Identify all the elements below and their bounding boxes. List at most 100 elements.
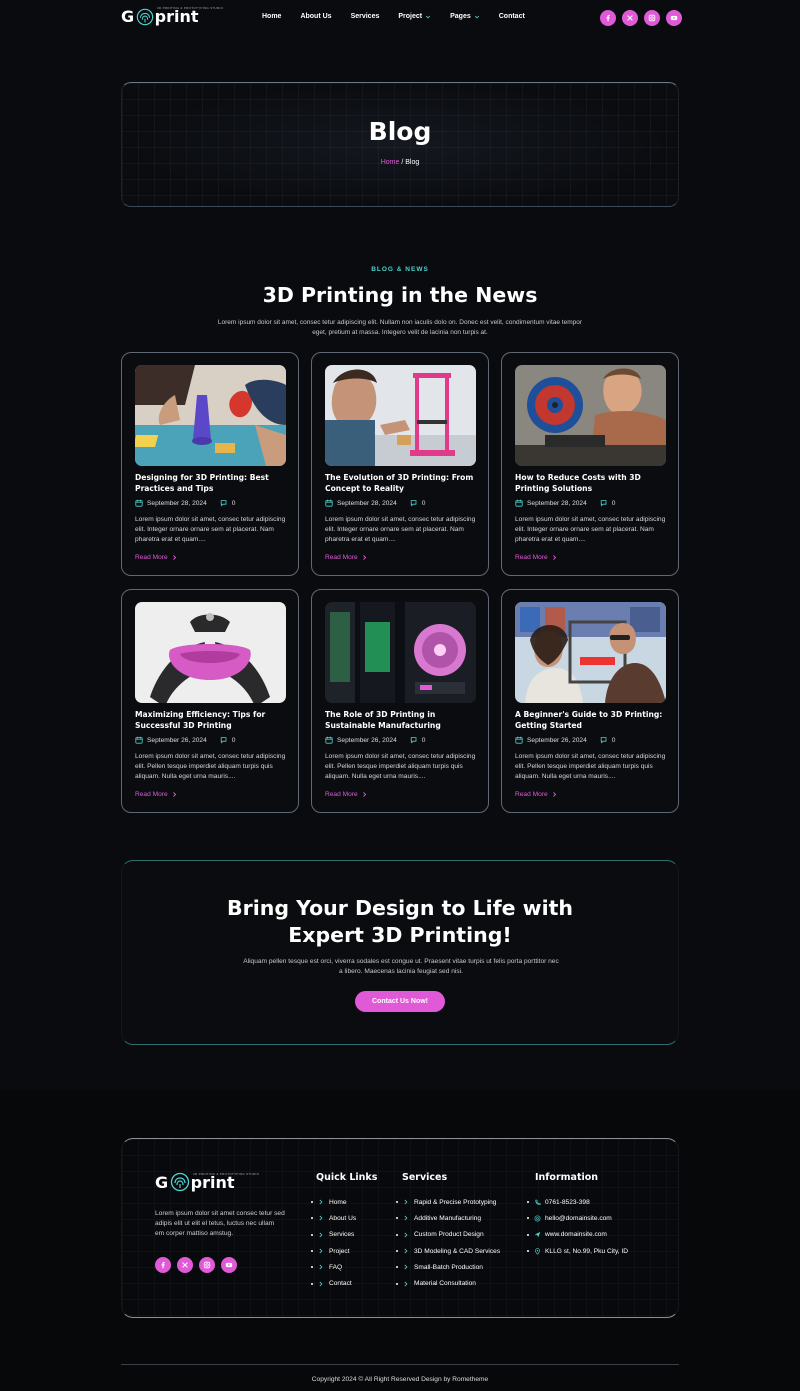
main-menu: Home About Us Services Project Pages Con… <box>262 13 544 20</box>
blog-card-excerpt: Lorem ipsum dolor sit amet, consec tetur… <box>325 516 476 543</box>
info-text: 0761-8523-398 <box>545 1198 590 1206</box>
bullet-dot <box>396 1250 398 1253</box>
footer-info-item[interactable]: hello@domainsite.com <box>527 1210 628 1226</box>
comment-count-wrap: 0 <box>410 736 425 744</box>
blog-card-meta: September 28, 2024 0 <box>325 499 425 507</box>
blog-card-title[interactable]: Designing for 3D Printing: Best Practice… <box>135 473 291 494</box>
post-date: September 28, 2024 <box>147 499 207 507</box>
footer-info-item[interactable]: www.domainsite.com <box>527 1227 628 1243</box>
read-more-link[interactable]: Read More <box>135 554 178 561</box>
footer-service-link[interactable]: Material Consultation <box>396 1275 500 1291</box>
nav-contact[interactable]: Contact <box>499 13 525 20</box>
footer-quick-link[interactable]: Home <box>311 1194 356 1210</box>
chevron-right-icon <box>404 1232 408 1238</box>
footer-quick-link[interactable]: Project <box>311 1243 356 1259</box>
mail-icon <box>534 1215 541 1222</box>
facebook-button[interactable] <box>600 10 616 26</box>
x-button[interactable] <box>622 10 638 26</box>
bullet-dot <box>396 1201 398 1204</box>
chevron-right-icon <box>404 1264 408 1270</box>
footer-service-link[interactable]: Rapid & Precise Prototyping <box>396 1194 500 1210</box>
blog-card-title[interactable]: A Beginner's Guide to 3D Printing: Getti… <box>515 710 671 731</box>
nav-services[interactable]: Services <box>351 13 380 20</box>
footer-service-link[interactable]: Custom Product Design <box>396 1227 500 1243</box>
footer-x-button[interactable] <box>177 1257 193 1273</box>
chevron-right-icon <box>552 792 556 797</box>
blog-card-image[interactable] <box>135 602 286 703</box>
footer-facebook-button[interactable] <box>155 1257 171 1273</box>
chevron-right-icon <box>319 1264 323 1270</box>
read-more-link[interactable]: Read More <box>515 791 558 798</box>
chevron-right-icon <box>552 555 556 560</box>
read-more-link[interactable]: Read More <box>135 791 178 798</box>
chevron-right-icon <box>319 1199 323 1205</box>
section-description: Lorem ipsum dolor sit amet, consec tetur… <box>217 319 583 336</box>
blog-card-title[interactable]: The Role of 3D Printing in Sustainable M… <box>325 710 481 731</box>
blog-card-image[interactable] <box>325 365 476 466</box>
blog-card-meta: September 26, 2024 0 <box>135 736 235 744</box>
cta-title-line-2: Expert 3D Printing! <box>288 923 512 947</box>
bullet-dot <box>527 1217 529 1220</box>
blog-card-title[interactable]: How to Reduce Costs with 3D Printing Sol… <box>515 473 671 494</box>
read-more-link[interactable]: Read More <box>325 554 368 561</box>
blog-card-image[interactable] <box>515 602 666 703</box>
breadcrumb-home-link[interactable]: Home <box>381 159 400 166</box>
blog-card-image[interactable] <box>135 365 286 466</box>
footer-service-link[interactable]: Small-Batch Production <box>396 1259 500 1275</box>
nav-pages-label: Pages <box>450 13 471 20</box>
blog-card[interactable]: The Evolution of 3D Printing: From Conce… <box>311 352 489 576</box>
blog-card-meta: September 28, 2024 0 <box>135 499 235 507</box>
logo-tagline: 3D PRINTING & PROTOTYPING STUDIO <box>157 6 224 10</box>
blog-card[interactable]: A Beginner's Guide to 3D Printing: Getti… <box>501 589 679 813</box>
information-title: Information <box>535 1172 599 1183</box>
bullet-dot <box>527 1250 529 1253</box>
footer-quick-link[interactable]: About Us <box>311 1210 356 1226</box>
nav-contact-label: Contact <box>498 13 525 20</box>
page-title: Blog <box>368 117 432 146</box>
services-list: Rapid & Precise Prototyping Additive Manu… <box>396 1194 500 1292</box>
site-logo[interactable]: G print 3D PRINTING & PROTOTYPING STUDIO <box>121 6 223 26</box>
footer-info-item[interactable]: KLLG st, No.99, Pku City, ID <box>527 1243 628 1259</box>
blog-card-title[interactable]: Maximizing Efficiency: Tips for Successf… <box>135 710 291 731</box>
info-text: hello@domainsite.com <box>545 1214 612 1222</box>
nav-home-label: Home <box>262 13 282 20</box>
chevron-right-icon <box>404 1281 408 1287</box>
comment-count: 0 <box>231 499 236 507</box>
footer-youtube-button[interactable] <box>221 1257 237 1273</box>
read-more-label: Read More <box>135 554 168 561</box>
nav-project[interactable]: Project <box>398 13 431 20</box>
read-more-link[interactable]: Read More <box>325 791 368 798</box>
service-label: Custom Product Design <box>414 1231 484 1239</box>
quick-link-label: Services <box>329 1231 355 1239</box>
blog-card[interactable]: Designing for 3D Printing: Best Practice… <box>121 352 299 576</box>
facebook-icon <box>161 1262 165 1269</box>
blog-card[interactable]: The Role of 3D Printing in Sustainable M… <box>311 589 489 813</box>
footer-divider <box>121 1364 679 1365</box>
blog-card[interactable]: How to Reduce Costs with 3D Printing Sol… <box>501 352 679 576</box>
blog-card[interactable]: Maximizing Efficiency: Tips for Successf… <box>121 589 299 813</box>
nav-about[interactable]: About Us <box>300 13 331 20</box>
blog-card-excerpt: Lorem ipsum dolor sit amet, consec tetur… <box>515 753 666 780</box>
footer-service-link[interactable]: 3D Modeling & CAD Services <box>396 1243 500 1259</box>
footer-quick-link[interactable]: Services <box>311 1227 356 1243</box>
bullet-dot <box>527 1233 529 1236</box>
footer-instagram-button[interactable] <box>199 1257 215 1273</box>
footer-logo[interactable]: G print 3D PRINTING & PROTOTYPING STUDIO <box>155 1172 259 1192</box>
footer-quick-link[interactable]: Contact <box>311 1275 356 1291</box>
youtube-button[interactable] <box>666 10 682 26</box>
read-more-link[interactable]: Read More <box>515 554 558 561</box>
blog-card-image[interactable] <box>515 365 666 466</box>
blog-card-title[interactable]: The Evolution of 3D Printing: From Conce… <box>325 473 481 494</box>
phone-icon <box>535 1199 541 1205</box>
contact-us-button[interactable]: Contact Us Now! <box>355 991 445 1012</box>
blog-card-image[interactable] <box>325 602 476 703</box>
quick-link-label: Contact <box>329 1280 352 1288</box>
blog-card-meta: September 26, 2024 0 <box>325 736 425 744</box>
instagram-button[interactable] <box>644 10 660 26</box>
comment-count-wrap: 0 <box>600 499 615 507</box>
footer-service-link[interactable]: Additive Manufacturing <box>396 1210 500 1226</box>
nav-pages[interactable]: Pages <box>450 13 480 20</box>
footer-quick-link[interactable]: FAQ <box>311 1259 356 1275</box>
nav-home[interactable]: Home <box>262 13 281 20</box>
chevron-down-icon <box>426 15 431 18</box>
